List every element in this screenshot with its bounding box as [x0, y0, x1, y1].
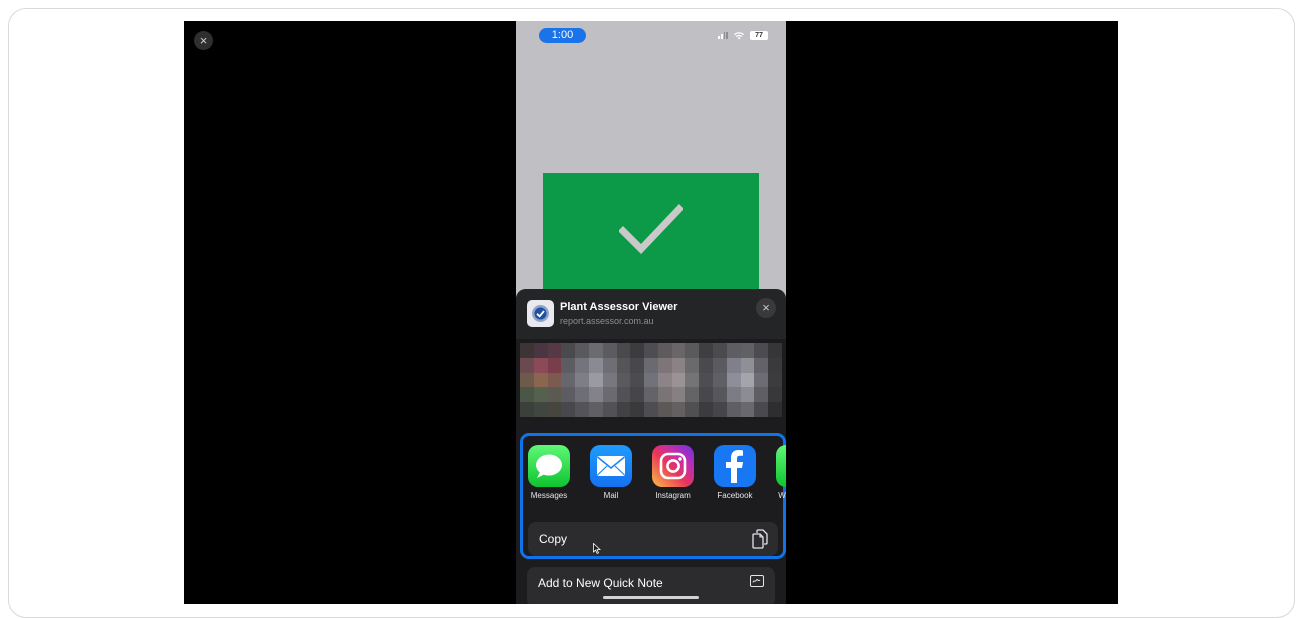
battery-icon: 77 [750, 31, 768, 40]
share-app-label: Mail [603, 491, 619, 500]
share-app-label: Facebook [717, 491, 753, 500]
instagram-icon [652, 445, 694, 487]
messages-icon [528, 445, 570, 487]
home-indicator [603, 596, 699, 599]
share-app-instagram[interactable]: Instagram [652, 445, 694, 500]
share-app-facebook[interactable]: Facebook [714, 445, 756, 500]
app-icon-partial [776, 445, 786, 487]
signal-icon [718, 32, 728, 39]
plant-assessor-logo-icon [527, 300, 554, 327]
copy-icon [752, 529, 768, 549]
success-card [543, 173, 759, 303]
pixelated-contacts-preview [520, 343, 782, 417]
video-stage: × 1:00 77 Plant Assessor Viewer report.a… [184, 21, 1118, 604]
share-app-messages[interactable]: Messages [528, 445, 570, 500]
phone-screen: 1:00 77 Plant Assessor Viewer report.ass… [516, 21, 786, 604]
share-sheet: Plant Assessor Viewer report.assessor.co… [516, 289, 786, 604]
status-icons: 77 [718, 31, 768, 40]
copy-label: Copy [539, 532, 568, 546]
shared-page-url: report.assessor.com.au [560, 316, 654, 326]
quick-note-icon [750, 575, 764, 587]
status-time: 1:00 [539, 28, 586, 43]
share-sheet-header: Plant Assessor Viewer report.assessor.co… [516, 289, 786, 339]
checkmark-icon [619, 204, 683, 255]
mail-icon [590, 445, 632, 487]
copy-action[interactable]: Copy [528, 522, 778, 556]
close-viewer-button[interactable]: × [194, 31, 213, 50]
share-app-mail[interactable]: Mail [590, 445, 632, 500]
wifi-icon [734, 31, 744, 39]
share-targets-highlight: Messages Mail Instagram Facebook W Copy [520, 433, 786, 559]
shared-page-title: Plant Assessor Viewer [560, 301, 678, 313]
share-app-label: W [778, 491, 786, 500]
facebook-icon [714, 445, 756, 487]
quick-note-label: Add to New Quick Note [538, 576, 663, 590]
close-share-sheet-button[interactable]: × [756, 298, 776, 318]
share-app-label: Messages [530, 491, 568, 500]
share-apps-row: Messages Mail Instagram Facebook W [528, 445, 786, 500]
share-app-label: Instagram [655, 491, 691, 500]
mouse-cursor-icon [593, 543, 601, 554]
share-app-partial[interactable]: W [776, 445, 786, 500]
